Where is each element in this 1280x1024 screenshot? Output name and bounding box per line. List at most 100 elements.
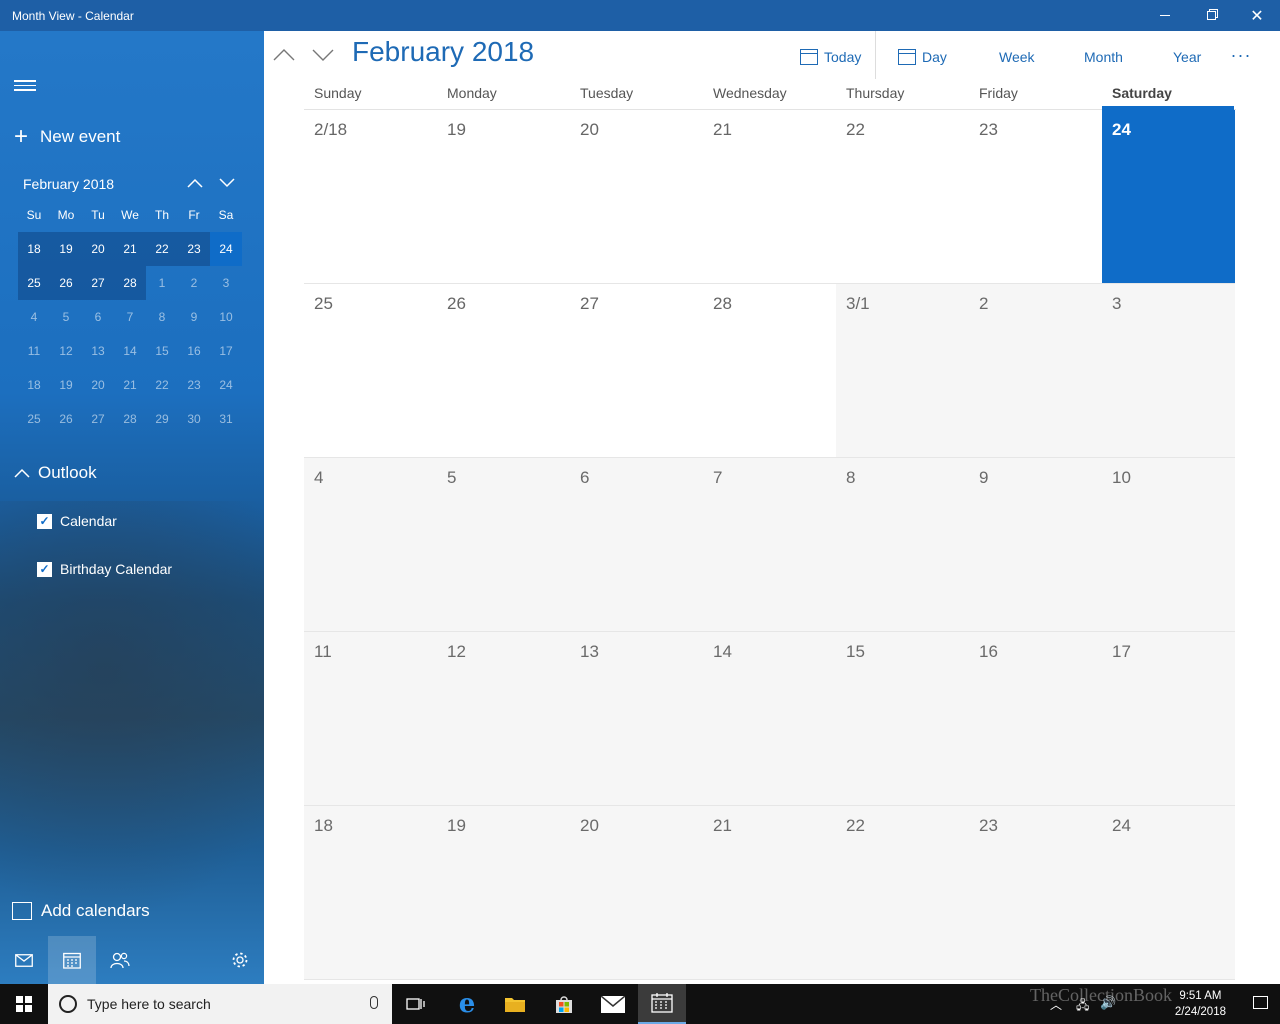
mini-day[interactable]: 12 <box>50 334 82 368</box>
mini-day[interactable]: 25 <box>18 266 50 300</box>
day-cell[interactable]: 25 <box>304 284 437 458</box>
mini-day[interactable]: 24 <box>210 368 242 402</box>
hamburger-menu-button[interactable] <box>14 77 36 95</box>
calendar-toggle[interactable]: ✓ Calendar <box>37 513 117 529</box>
add-calendars-button[interactable]: Add calendars <box>12 901 150 921</box>
mini-day[interactable]: 26 <box>50 266 82 300</box>
today-button[interactable]: Today <box>800 43 861 71</box>
mini-day[interactable]: 22 <box>146 368 178 402</box>
mini-prev-month-button[interactable] <box>181 171 209 195</box>
mini-calendar-title[interactable]: February 2018 <box>23 176 114 192</box>
mini-day[interactable]: 1 <box>146 266 178 300</box>
day-cell[interactable]: 24 <box>1102 806 1235 980</box>
people-button[interactable] <box>96 936 144 984</box>
day-cell[interactable]: 19 <box>437 110 570 284</box>
day-cell[interactable]: 22 <box>836 806 969 980</box>
day-cell[interactable]: 16 <box>969 632 1102 806</box>
day-cell[interactable]: 27 <box>570 284 703 458</box>
mini-day[interactable]: 21 <box>114 232 146 266</box>
mini-next-month-button[interactable] <box>213 171 241 195</box>
store-button[interactable] <box>540 984 588 1024</box>
day-cell[interactable]: 23 <box>969 806 1102 980</box>
mini-day[interactable]: 10 <box>210 300 242 334</box>
mini-day[interactable]: 31 <box>210 402 242 436</box>
day-cell[interactable]: 3 <box>1102 284 1235 458</box>
month-title[interactable]: February 2018 <box>352 36 534 68</box>
mini-day[interactable]: 27 <box>82 402 114 436</box>
mini-day[interactable]: 20 <box>82 232 114 266</box>
mini-day[interactable]: 11 <box>18 334 50 368</box>
mini-day[interactable]: 18 <box>18 232 50 266</box>
mini-day[interactable]: 24 <box>210 232 242 266</box>
day-cell[interactable]: 14 <box>703 632 836 806</box>
mini-day[interactable]: 9 <box>178 300 210 334</box>
mini-day[interactable]: 21 <box>114 368 146 402</box>
day-cell[interactable]: 26 <box>437 284 570 458</box>
file-explorer-button[interactable] <box>491 984 539 1024</box>
birthday-calendar-toggle[interactable]: ✓ Birthday Calendar <box>37 561 172 577</box>
day-cell[interactable]: 21 <box>703 806 836 980</box>
day-cell[interactable]: 20 <box>570 110 703 284</box>
day-cell[interactable]: 15 <box>836 632 969 806</box>
task-view-button[interactable] <box>392 984 440 1024</box>
edge-button[interactable]: e <box>443 984 491 1024</box>
mini-day[interactable]: 28 <box>114 266 146 300</box>
start-button[interactable] <box>0 984 48 1024</box>
action-center-icon[interactable] <box>1253 996 1268 1009</box>
day-cell[interactable]: 20 <box>570 806 703 980</box>
day-cell[interactable]: 11 <box>304 632 437 806</box>
restore-button[interactable] <box>1188 0 1234 31</box>
previous-month-button[interactable] <box>266 41 302 69</box>
mail-taskbar-button[interactable] <box>589 984 637 1024</box>
mini-day[interactable]: 7 <box>114 300 146 334</box>
taskbar-search[interactable]: Type here to search <box>48 984 392 1024</box>
mini-day[interactable]: 16 <box>178 334 210 368</box>
mini-day[interactable]: 30 <box>178 402 210 436</box>
day-cell[interactable]: 18 <box>304 806 437 980</box>
mini-day[interactable]: 4 <box>18 300 50 334</box>
microphone-icon[interactable] <box>370 996 378 1009</box>
mini-day[interactable]: 26 <box>50 402 82 436</box>
day-cell[interactable]: 3/1 <box>836 284 969 458</box>
week-view-button[interactable]: Week <box>975 43 1035 144</box>
mini-day[interactable]: 19 <box>50 368 82 402</box>
day-cell[interactable]: 19 <box>437 806 570 980</box>
day-view-button[interactable]: Day <box>898 43 947 71</box>
mini-day[interactable]: 15 <box>146 334 178 368</box>
minimize-button[interactable] <box>1142 0 1188 31</box>
day-cell[interactable]: 12 <box>437 632 570 806</box>
next-month-button[interactable] <box>305 41 341 69</box>
mini-day[interactable]: 20 <box>82 368 114 402</box>
day-cell[interactable]: 10 <box>1102 458 1235 632</box>
mini-day[interactable]: 23 <box>178 368 210 402</box>
day-cell[interactable]: 2/18 <box>304 110 437 284</box>
clock[interactable]: 9:51 AM 2/24/2018 <box>1175 988 1226 1020</box>
outlook-account-toggle[interactable]: Outlook <box>14 463 97 483</box>
day-cell[interactable]: 22 <box>836 110 969 284</box>
day-cell[interactable]: 21 <box>703 110 836 284</box>
day-cell[interactable]: 6 <box>570 458 703 632</box>
mini-day[interactable]: 28 <box>114 402 146 436</box>
mini-day[interactable]: 8 <box>146 300 178 334</box>
mail-button[interactable] <box>0 936 48 984</box>
mini-day[interactable]: 5 <box>50 300 82 334</box>
day-cell[interactable]: 9 <box>969 458 1102 632</box>
mini-day[interactable]: 14 <box>114 334 146 368</box>
day-cell[interactable]: 2 <box>969 284 1102 458</box>
month-view-button[interactable]: Month <box>1060 43 1123 144</box>
day-cell[interactable]: 17 <box>1102 632 1235 806</box>
mini-day[interactable]: 22 <box>146 232 178 266</box>
mini-day[interactable]: 17 <box>210 334 242 368</box>
mini-day[interactable]: 6 <box>82 300 114 334</box>
mini-day[interactable]: 3 <box>210 266 242 300</box>
day-cell[interactable]: 4 <box>304 458 437 632</box>
close-button[interactable]: ✕ <box>1234 0 1280 31</box>
mini-day[interactable]: 18 <box>18 368 50 402</box>
mini-day[interactable]: 2 <box>178 266 210 300</box>
day-cell[interactable]: 8 <box>836 458 969 632</box>
mini-day[interactable]: 25 <box>18 402 50 436</box>
new-event-button[interactable]: + New event <box>14 123 120 151</box>
year-view-button[interactable]: Year <box>1149 43 1207 144</box>
settings-button[interactable] <box>216 936 264 984</box>
mini-day[interactable]: 29 <box>146 402 178 436</box>
